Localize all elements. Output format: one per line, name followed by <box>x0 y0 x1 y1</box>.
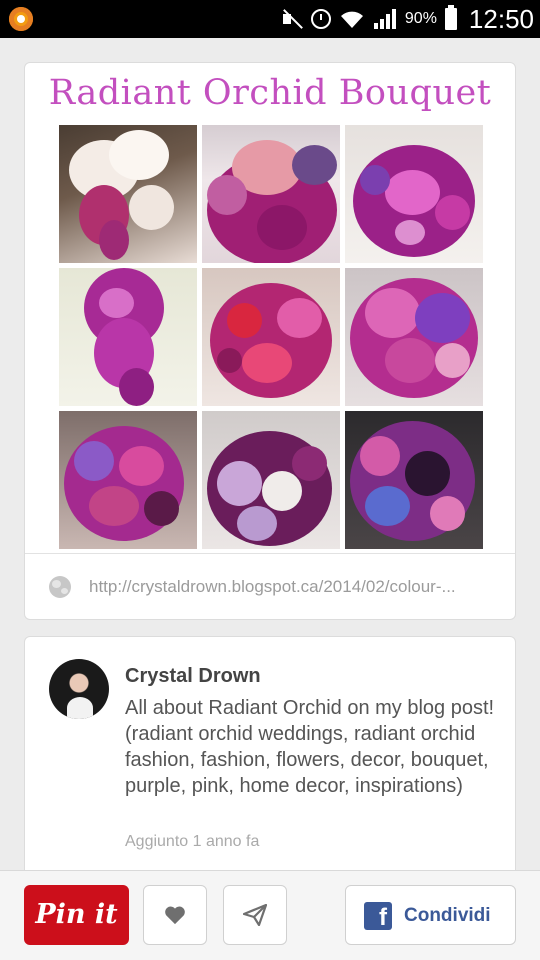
status-bar: 90% 12:50 <box>0 0 540 38</box>
bouquet-photo <box>345 125 483 263</box>
source-link[interactable]: http://crystaldrown.blogspot.ca/2014/02/… <box>89 577 499 597</box>
signal-icon <box>373 9 396 29</box>
bouquet-photo <box>345 411 483 549</box>
send-button[interactable] <box>223 885 287 945</box>
battery-percent: 90% <box>404 10 437 27</box>
clock: 12:50 <box>468 3 534 34</box>
facebook-share-button[interactable]: f Condividi <box>345 885 516 945</box>
bouquet-photo <box>59 268 197 406</box>
divider <box>25 553 515 554</box>
bouquet-photo <box>202 125 340 263</box>
bouquet-photo <box>345 268 483 406</box>
action-bar: Pin it f Condividi <box>0 870 540 960</box>
pin-image-card[interactable]: Radiant Orchid Bouquet http://crystaldro… <box>24 62 516 620</box>
timestamp: Aggiunto 1 anno fa <box>125 833 260 850</box>
avatar[interactable] <box>49 659 109 719</box>
bouquet-collage[interactable] <box>59 125 483 549</box>
send-icon <box>243 904 267 926</box>
battery-icon <box>444 5 457 30</box>
mute-icon <box>281 8 303 30</box>
bouquet-photo <box>202 411 340 549</box>
heart-icon <box>165 906 185 925</box>
wifi-icon <box>340 11 363 28</box>
facebook-icon: f <box>364 902 392 931</box>
app-notification-icon <box>9 7 33 31</box>
pin-description: All about Radiant Orchid on my blog post… <box>125 697 495 797</box>
like-button[interactable] <box>143 885 207 945</box>
pin-description-card: Crystal Drown All about Radiant Orchid o… <box>24 636 516 876</box>
share-label: Condividi <box>404 905 491 926</box>
alarm-icon <box>310 9 331 29</box>
pin-it-button[interactable]: Pin it <box>24 885 129 945</box>
bouquet-photo <box>59 411 197 549</box>
pin-image-title: Radiant Orchid Bouquet <box>48 73 492 113</box>
bouquet-photo <box>59 125 197 263</box>
author-name[interactable]: Crystal Drown <box>125 665 261 688</box>
bouquet-photo <box>202 268 340 406</box>
status-icons: 90% 12:50 <box>281 0 534 38</box>
globe-icon <box>49 576 71 598</box>
